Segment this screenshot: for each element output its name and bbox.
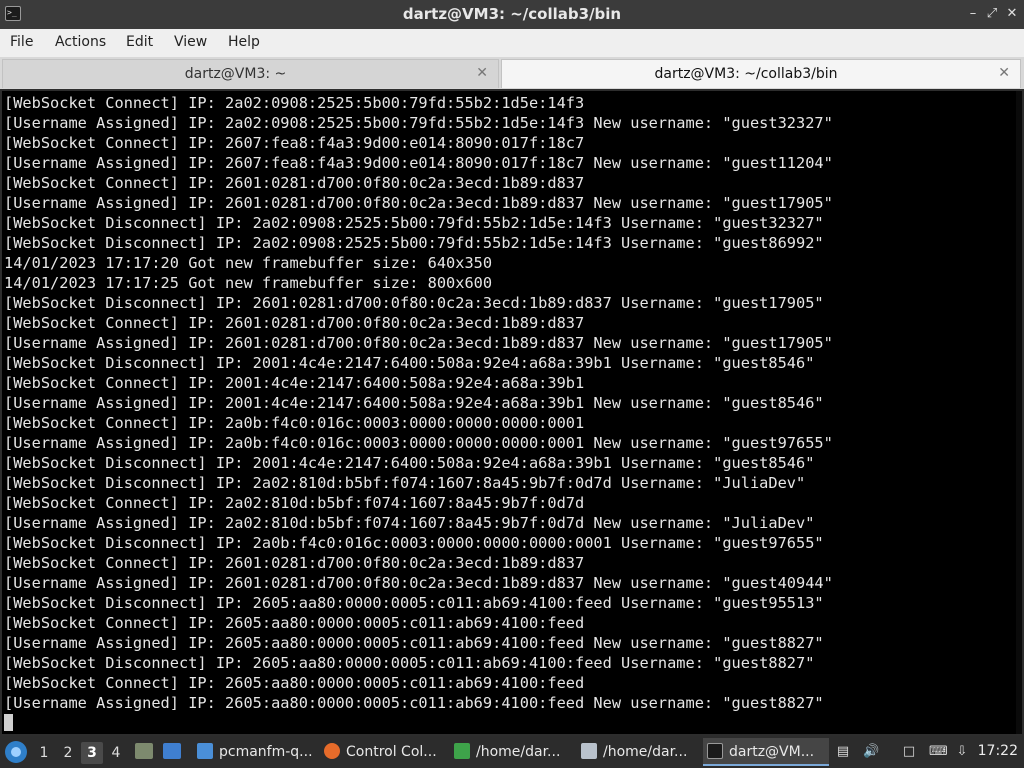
terminal-line: [Username Assigned] IP: 2607:fea8:f4a3:9… [4, 154, 833, 172]
task-label: dartz@VM... [729, 744, 815, 760]
featherpad-icon [581, 742, 597, 759]
folder-icon [197, 742, 213, 759]
window-titlebar[interactable]: >_ dartz@VM3: ~/collab3/bin – ⤢ ✕ [0, 0, 1024, 29]
terminal-scrollbar[interactable] [1016, 91, 1022, 734]
terminal-line: [WebSocket Disconnect] IP: 2001:4c4e:214… [4, 454, 815, 472]
workspace-4[interactable]: 4 [105, 742, 127, 764]
task-label: pcmanfm-q... [219, 744, 313, 760]
volume-icon[interactable]: 🔊 [863, 744, 879, 760]
terminal-line: [WebSocket Connect] IP: 2607:fea8:f4a3:9… [4, 134, 585, 152]
terminal-cursor [4, 714, 13, 731]
terminal-line: [WebSocket Disconnect] IP: 2a0b:f4c0:016… [4, 534, 824, 552]
firefox-icon [324, 742, 340, 759]
text-editor-icon [454, 742, 470, 759]
tab-close-icon[interactable]: ✕ [476, 65, 488, 81]
terminal-line: [Username Assigned] IP: 2605:aa80:0000:0… [4, 634, 824, 652]
menu-view[interactable]: View [174, 34, 207, 50]
terminal-line: [WebSocket Disconnect] IP: 2601:0281:d70… [4, 294, 824, 312]
close-icon[interactable]: ✕ [1004, 6, 1020, 22]
show-desktop-icon[interactable] [135, 743, 153, 759]
update-notifier-icon[interactable]: ⇩ [954, 744, 970, 760]
terminal-line: [WebSocket Disconnect] IP: 2a02:0908:252… [4, 214, 824, 232]
task-text-editor-2[interactable]: /home/dar... [577, 738, 701, 766]
terminal-line: [Username Assigned] IP: 2a02:0908:2525:5… [4, 114, 833, 132]
terminal-line: [Username Assigned] IP: 2601:0281:d700:0… [4, 194, 833, 212]
tab-label: dartz@VM3: ~/collab3/bin [654, 66, 838, 82]
terminal-line: [Username Assigned] IP: 2601:0281:d700:0… [4, 334, 833, 352]
terminal-line: [WebSocket Connect] IP: 2a02:0908:2525:5… [4, 94, 585, 112]
terminal-line: [WebSocket Connect] IP: 2a0b:f4c0:016c:0… [4, 414, 585, 432]
terminal-line: [WebSocket Disconnect] IP: 2605:aa80:000… [4, 594, 824, 612]
task-terminal[interactable]: dartz@VM... [703, 738, 829, 766]
clock[interactable]: 17:22 [978, 743, 1018, 759]
task-label: /home/dar... [476, 744, 561, 760]
task-pcmanfm[interactable]: pcmanfm-q... [193, 738, 318, 766]
window-title: dartz@VM3: ~/collab3/bin [402, 5, 622, 23]
menu-help[interactable]: Help [228, 34, 260, 50]
terminal-output[interactable]: [WebSocket Connect] IP: 2a02:0908:2525:5… [0, 89, 1024, 736]
terminal-line: [Username Assigned] IP: 2605:aa80:0000:0… [4, 694, 824, 712]
terminal-line: [WebSocket Connect] IP: 2a02:810d:b5bf:f… [4, 494, 585, 512]
terminal-line: [Username Assigned] IP: 2a0b:f4c0:016c:0… [4, 434, 833, 452]
terminal-line: [WebSocket Connect] IP: 2605:aa80:0000:0… [4, 614, 585, 632]
terminal-line: [WebSocket Disconnect] IP: 2605:aa80:000… [4, 654, 815, 672]
start-menu-icon[interactable] [5, 741, 27, 763]
terminal-line: [WebSocket Disconnect] IP: 2a02:810d:b5b… [4, 474, 806, 492]
terminal-line: 14/01/2023 17:17:25 Got new framebuffer … [4, 274, 493, 292]
terminal-line: [Username Assigned] IP: 2601:0281:d700:0… [4, 574, 833, 592]
clipboard-icon[interactable]: ▤ [835, 744, 851, 760]
terminal-lines: [WebSocket Connect] IP: 2a02:0908:2525:5… [4, 93, 1018, 713]
menu-file[interactable]: File [10, 34, 33, 50]
terminal-line: [WebSocket Connect] IP: 2001:4c4e:2147:6… [4, 374, 585, 392]
task-label: Control Col... [346, 744, 437, 760]
terminal-line: [Username Assigned] IP: 2001:4c4e:2147:6… [4, 394, 824, 412]
workspace-1[interactable]: 1 [33, 742, 55, 764]
tab-home[interactable]: dartz@VM3: ~ ✕ [2, 59, 499, 88]
terminal-line: [WebSocket Connect] IP: 2601:0281:d700:0… [4, 554, 585, 572]
maximize-icon[interactable]: ⤢ [984, 6, 1000, 22]
tab-collab3-bin[interactable]: dartz@VM3: ~/collab3/bin ✕ [501, 59, 1021, 88]
terminal-line: [WebSocket Connect] IP: 2601:0281:d700:0… [4, 314, 585, 332]
terminal-line: [WebSocket Connect] IP: 2601:0281:d700:0… [4, 174, 585, 192]
workspace-3[interactable]: 3 [81, 742, 103, 764]
tab-bar: dartz@VM3: ~ ✕ dartz@VM3: ~/collab3/bin … [0, 57, 1024, 89]
workspace-2[interactable]: 2 [57, 742, 79, 764]
menubar: File Actions Edit View Help [0, 29, 1024, 58]
terminal-line: 14/01/2023 17:17:20 Got new framebuffer … [4, 254, 493, 272]
terminal-icon [707, 742, 723, 759]
minimize-icon[interactable]: – [965, 6, 981, 22]
terminal-line: [WebSocket Disconnect] IP: 2001:4c4e:214… [4, 354, 815, 372]
terminal-line: [WebSocket Disconnect] IP: 2a02:0908:252… [4, 234, 824, 252]
terminal-line: [Username Assigned] IP: 2a02:810d:b5bf:f… [4, 514, 815, 532]
task-label: /home/dar... [603, 744, 688, 760]
task-text-editor-1[interactable]: /home/dar... [450, 738, 575, 766]
tab-close-icon[interactable]: ✕ [998, 65, 1010, 81]
menu-actions[interactable]: Actions [55, 34, 106, 50]
keyboard-icon[interactable]: ⌨ [929, 744, 948, 760]
tab-label: dartz@VM3: ~ [184, 66, 287, 82]
terminal-line: [WebSocket Connect] IP: 2605:aa80:0000:0… [4, 674, 585, 692]
menu-edit[interactable]: Edit [126, 34, 153, 50]
task-firefox[interactable]: Control Col... [320, 738, 448, 766]
notes-icon[interactable]: □ [901, 744, 917, 760]
window-list-icon[interactable] [163, 743, 181, 759]
taskbar: 1 2 3 4 pcmanfm-q... Control Col... /hom… [0, 736, 1024, 768]
